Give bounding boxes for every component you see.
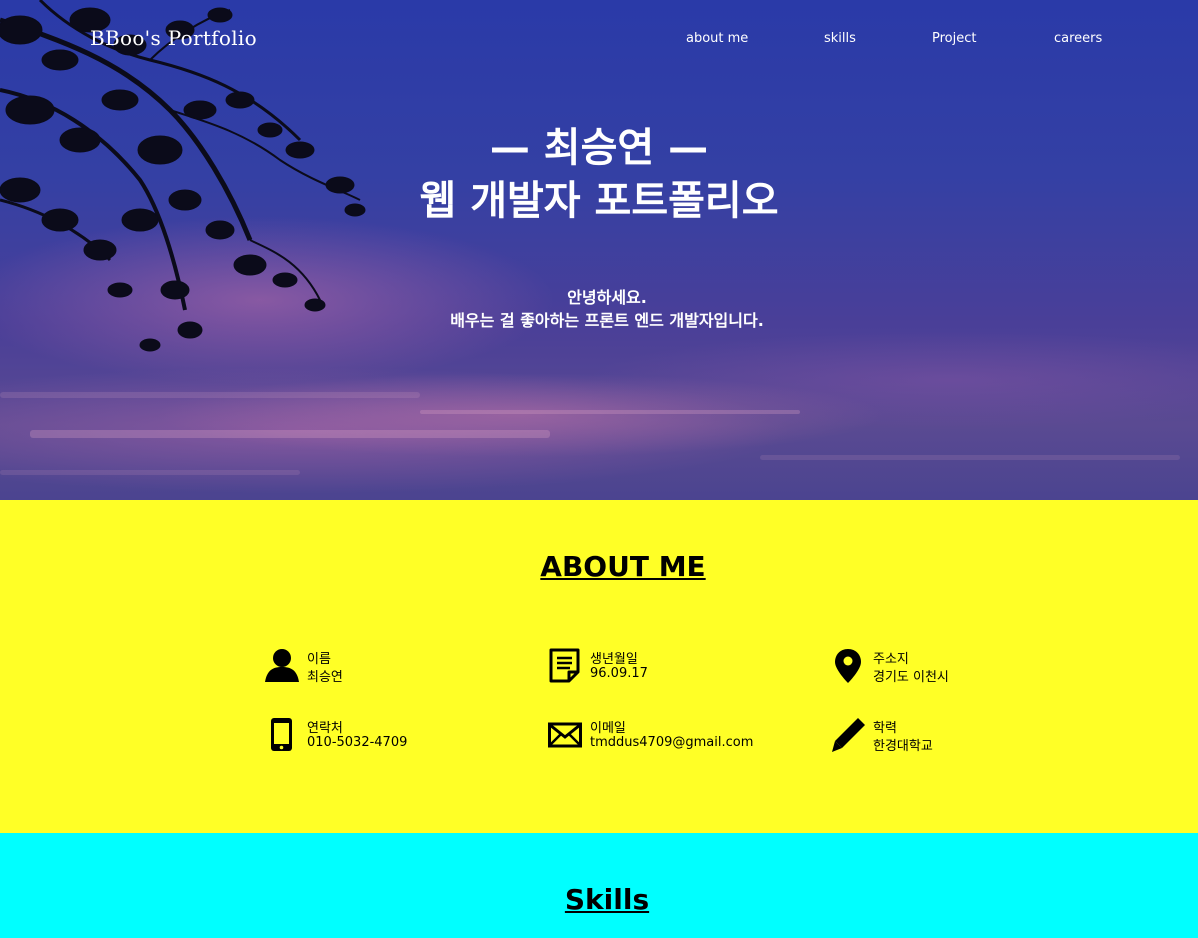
hero-greeting: 안녕하세요. xyxy=(567,288,647,307)
about-item-value: 경기도 이천시 xyxy=(873,670,949,685)
document-icon xyxy=(549,648,580,683)
nav-link-project[interactable]: Project xyxy=(932,31,976,46)
about-section: ABOUT ME 이름 최승연 생년월일 96.09.17 주소지 경기도 이천… xyxy=(0,500,1198,833)
about-item-education: 학력 한경대학교 xyxy=(831,717,1091,757)
about-item-birthday: 생년월일 96.09.17 xyxy=(548,648,808,688)
hero-intro: 배우는 걸 좋아하는 프론트 엔드 개발자입니다. xyxy=(450,311,764,330)
mobile-phone-icon xyxy=(271,718,292,751)
skills-section: Skills xyxy=(0,833,1198,938)
about-item-label: 주소지 xyxy=(873,652,909,667)
about-item-value: tmddus4709@gmail.com xyxy=(590,735,754,750)
pencil-icon xyxy=(832,718,865,752)
sky-cloud-streak xyxy=(420,410,800,414)
about-heading: ABOUT ME xyxy=(540,550,706,583)
about-item-name: 이름 최승연 xyxy=(265,648,525,688)
hero-name: — 최승연 — xyxy=(489,125,709,171)
about-item-label: 이름 xyxy=(307,652,331,667)
about-item-value: 010-5032-4709 xyxy=(307,735,408,750)
hero-section: BBoo's Portfolio about me skills Project… xyxy=(0,0,1198,500)
map-pin-icon xyxy=(835,649,861,683)
person-icon xyxy=(265,649,299,682)
about-item-phone: 연락처 010-5032-4709 xyxy=(265,717,525,757)
about-item-email: 이메일 tmddus4709@gmail.com xyxy=(548,717,808,757)
sky-cloud-streak xyxy=(0,470,300,475)
sky-cloud-streak xyxy=(0,392,420,398)
sky-cloud-streak xyxy=(30,430,550,438)
skills-heading: Skills xyxy=(564,883,650,916)
top-nav: about me skills Project careers xyxy=(0,31,1198,51)
sky-cloud-streak xyxy=(760,455,1180,460)
nav-link-careers[interactable]: careers xyxy=(1054,31,1102,46)
nav-link-skills[interactable]: skills xyxy=(824,31,856,46)
nav-link-about-me[interactable]: about me xyxy=(686,31,748,46)
hero-title: 웹 개발자 포트폴리오 xyxy=(419,178,779,224)
about-item-address: 주소지 경기도 이천시 xyxy=(831,648,1091,688)
envelope-icon xyxy=(548,722,582,748)
about-item-label: 학력 xyxy=(873,721,897,736)
about-item-value: 최승연 xyxy=(307,670,343,685)
about-item-label: 생년월일 xyxy=(590,652,638,667)
about-item-label: 연락처 xyxy=(307,721,343,736)
about-item-value: 한경대학교 xyxy=(873,739,933,754)
about-item-label: 이메일 xyxy=(590,721,626,736)
about-item-value: 96.09.17 xyxy=(590,666,648,681)
